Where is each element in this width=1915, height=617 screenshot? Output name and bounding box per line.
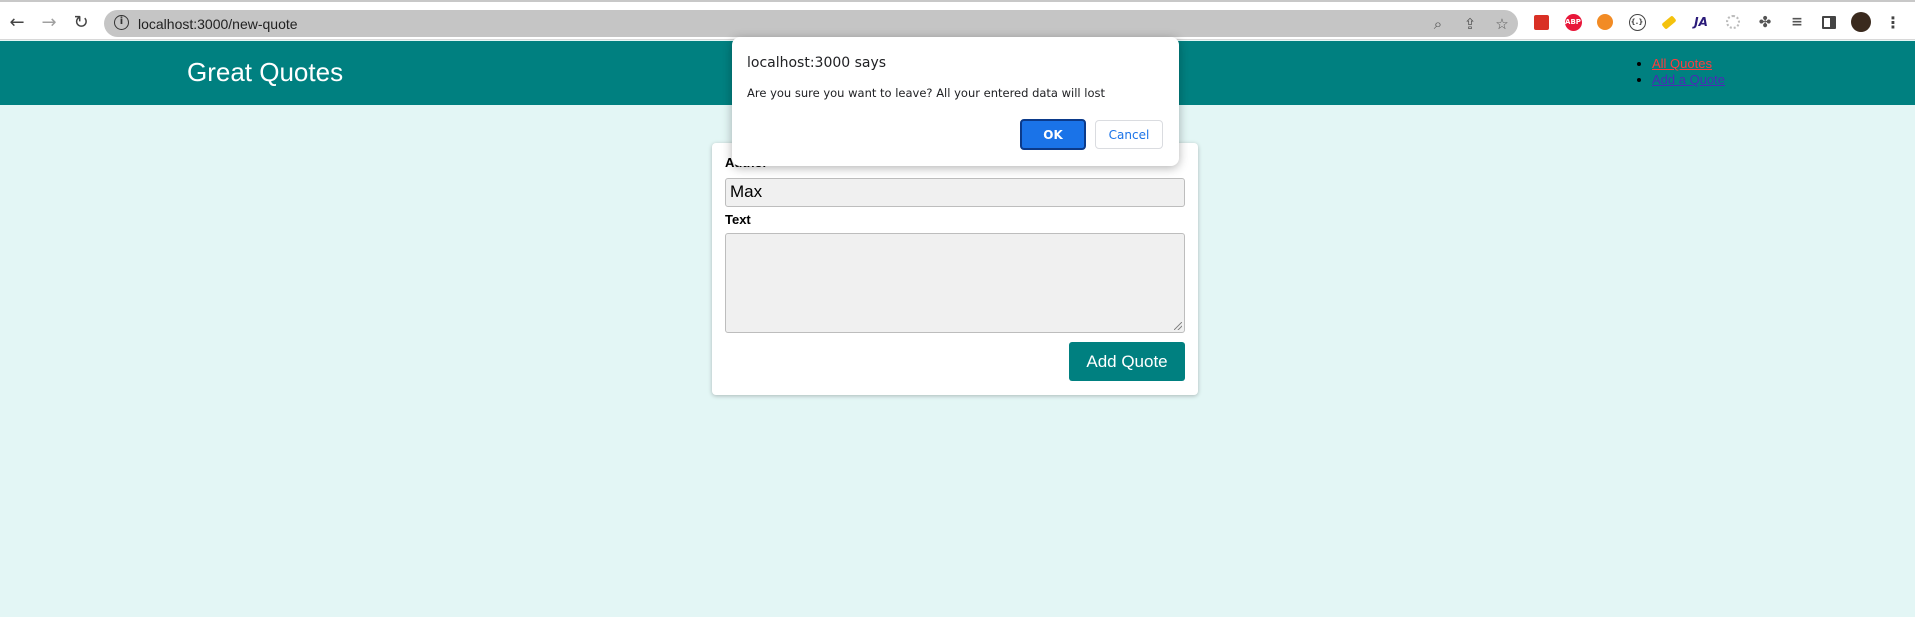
add-quote-button[interactable]: Add Quote	[1069, 342, 1185, 381]
nav-item-all-quotes: All Quotes	[1652, 56, 1725, 72]
share-icon[interactable]: ⇪	[1460, 14, 1480, 34]
extension-red-icon[interactable]	[1531, 12, 1551, 32]
extension-orange-icon[interactable]	[1595, 12, 1615, 32]
adblock-plus-icon[interactable]: ABP	[1563, 12, 1583, 32]
dialog-message: Are you sure you want to leave? All your…	[747, 86, 1106, 100]
ok-button[interactable]: OK	[1020, 119, 1086, 150]
puzzle-icon[interactable]: ✤	[1755, 12, 1775, 32]
add-quote-link[interactable]: Add a Quote	[1652, 72, 1725, 87]
dialog-title: localhost:3000 says	[747, 55, 887, 71]
text-label: Text	[725, 212, 751, 227]
info-icon[interactable]: i	[114, 15, 129, 30]
reading-list-icon[interactable]: ≡	[1787, 12, 1807, 32]
arrow-right-icon: →	[41, 11, 57, 33]
star-icon[interactable]: ☆	[1492, 14, 1512, 34]
profile-avatar[interactable]	[1851, 12, 1871, 32]
text-input[interactable]	[725, 233, 1185, 333]
main-nav: All Quotes Add a Quote	[1630, 56, 1725, 88]
browser-toolbar: ← → ↻ i localhost:3000/new-quote ⌕ ⇪ ☆ A…	[0, 2, 1915, 40]
site-title: Great Quotes	[187, 57, 344, 87]
zoom-icon[interactable]: ⌕	[1428, 14, 1448, 34]
extension-gray-icon[interactable]	[1723, 12, 1743, 32]
reload-button[interactable]: ↻	[68, 9, 94, 35]
all-quotes-link[interactable]: All Quotes	[1652, 56, 1712, 71]
reload-icon: ↻	[73, 11, 89, 33]
forward-button[interactable]: →	[36, 9, 62, 35]
cancel-button[interactable]: Cancel	[1095, 120, 1163, 149]
address-bar-url[interactable]: localhost:3000/new-quote	[138, 16, 298, 32]
resize-grip-icon[interactable]	[1174, 322, 1182, 330]
nav-item-add-quote: Add a Quote	[1652, 72, 1725, 88]
extension-ja-icon[interactable]: JA	[1691, 12, 1711, 32]
author-input[interactable]: Max	[725, 178, 1185, 207]
confirm-dialog: localhost:3000 says Are you sure you wan…	[732, 37, 1179, 166]
extension-code-icon[interactable]: {.}	[1627, 12, 1647, 32]
side-panel-icon[interactable]	[1819, 12, 1839, 32]
kebab-menu-icon[interactable]: ⋮	[1883, 12, 1903, 32]
arrow-left-icon: ←	[9, 11, 25, 33]
quote-form: Author Max Text Add Quote	[712, 143, 1198, 395]
highlighter-icon[interactable]	[1659, 12, 1679, 32]
back-button[interactable]: ←	[4, 9, 30, 35]
address-bar[interactable]: i localhost:3000/new-quote ⌕ ⇪ ☆	[104, 10, 1518, 37]
